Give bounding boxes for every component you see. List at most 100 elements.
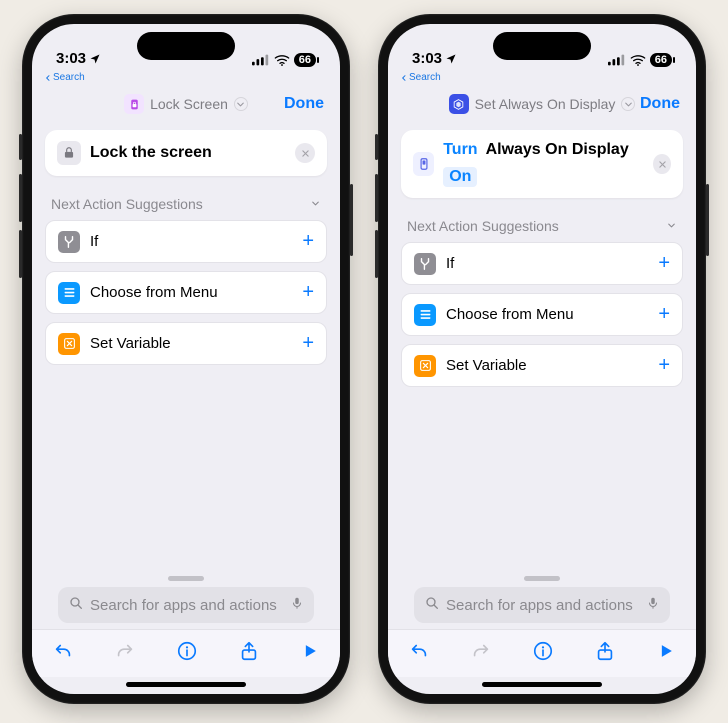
display-icon bbox=[413, 152, 434, 176]
add-icon[interactable]: + bbox=[302, 230, 314, 253]
suggestion-label: Set Variable bbox=[90, 335, 171, 352]
suggestions-title: Next Action Suggestions bbox=[51, 196, 203, 212]
suggestion-if[interactable]: If + bbox=[45, 220, 327, 263]
header-title: Set Always On Display bbox=[475, 96, 616, 112]
undo-button[interactable] bbox=[408, 640, 430, 667]
suggestion-label: Set Variable bbox=[446, 357, 527, 374]
header-chip[interactable]: Lock Screen bbox=[124, 94, 248, 114]
status-time: 3:03 bbox=[56, 50, 86, 67]
suggestions-header[interactable]: Next Action Suggestions bbox=[51, 196, 321, 212]
main: Lock the screen Next Action Suggestions … bbox=[32, 124, 340, 629]
suggestions-header[interactable]: Next Action Suggestions bbox=[407, 218, 677, 234]
add-icon[interactable]: + bbox=[302, 281, 314, 304]
search-input[interactable]: Search for apps and actions bbox=[414, 587, 670, 623]
add-icon[interactable]: + bbox=[302, 332, 314, 355]
done-button[interactable]: Done bbox=[640, 95, 680, 113]
suggestion-menu[interactable]: Choose from Menu + bbox=[45, 271, 327, 314]
clear-button[interactable] bbox=[295, 143, 315, 163]
wifi-icon bbox=[274, 54, 290, 66]
header-title: Lock Screen bbox=[150, 96, 228, 112]
list-icon bbox=[58, 282, 80, 304]
phone-frame: 3:03 66 Search Set Always On Display bbox=[378, 14, 706, 704]
mic-icon[interactable] bbox=[646, 595, 660, 615]
home-indicator[interactable] bbox=[126, 682, 246, 687]
location-icon bbox=[445, 53, 457, 65]
chevron-down-icon bbox=[310, 196, 321, 212]
branch-icon bbox=[58, 231, 80, 253]
signal-icon bbox=[608, 54, 626, 66]
action-state[interactable]: On bbox=[443, 167, 477, 187]
suggestion-label: If bbox=[446, 255, 454, 272]
search-placeholder: Search for apps and actions bbox=[446, 597, 633, 614]
suggestion-label: If bbox=[90, 233, 98, 250]
add-icon[interactable]: + bbox=[658, 252, 670, 275]
toolbar bbox=[388, 629, 696, 677]
undo-button[interactable] bbox=[52, 640, 74, 667]
sheet-grabber[interactable] bbox=[524, 576, 560, 581]
header-chip[interactable]: Set Always On Display bbox=[449, 94, 636, 114]
add-icon[interactable]: + bbox=[658, 354, 670, 377]
action-card[interactable]: Turn Always On Display On bbox=[401, 130, 683, 198]
clear-button[interactable] bbox=[653, 154, 671, 174]
chevron-down-icon bbox=[666, 218, 677, 234]
lock-icon bbox=[57, 141, 81, 165]
info-button[interactable] bbox=[532, 640, 554, 667]
redo-button bbox=[114, 640, 136, 667]
suggestion-menu[interactable]: Choose from Menu + bbox=[401, 293, 683, 336]
suggestion-if[interactable]: If + bbox=[401, 242, 683, 285]
xbox-icon bbox=[58, 333, 80, 355]
signal-icon bbox=[252, 54, 270, 66]
lockscreen-icon bbox=[124, 94, 144, 114]
search-placeholder: Search for apps and actions bbox=[90, 597, 277, 614]
battery-icon: 66 bbox=[650, 53, 672, 67]
toolbar bbox=[32, 629, 340, 677]
shortcuts-icon bbox=[449, 94, 469, 114]
breadcrumb-label: Search bbox=[409, 72, 441, 83]
sheet-grabber[interactable] bbox=[168, 576, 204, 581]
action-text: Turn Always On Display On bbox=[443, 141, 644, 187]
suggestion-label: Choose from Menu bbox=[446, 306, 574, 323]
header: Lock Screen Done bbox=[32, 84, 340, 124]
screen: 3:03 66 Search Lock Screen bbox=[32, 24, 340, 694]
xbox-icon bbox=[414, 355, 436, 377]
status-time: 3:03 bbox=[412, 50, 442, 67]
search-icon bbox=[68, 595, 84, 615]
branch-icon bbox=[414, 253, 436, 275]
add-icon[interactable]: + bbox=[658, 303, 670, 326]
play-button[interactable] bbox=[300, 641, 320, 666]
screen: 3:03 66 Search Set Always On Display bbox=[388, 24, 696, 694]
dynamic-island bbox=[493, 32, 591, 60]
list-icon bbox=[414, 304, 436, 326]
suggestion-var[interactable]: Set Variable + bbox=[45, 322, 327, 365]
play-button[interactable] bbox=[656, 641, 676, 666]
action-text: Lock the screen bbox=[90, 144, 212, 162]
suggestions-title: Next Action Suggestions bbox=[407, 218, 559, 234]
mic-icon[interactable] bbox=[290, 595, 304, 615]
chevron-left-icon bbox=[44, 74, 52, 82]
done-button[interactable]: Done bbox=[284, 95, 324, 113]
chevron-down-icon bbox=[621, 97, 635, 111]
chevron-down-icon bbox=[234, 97, 248, 111]
action-card[interactable]: Lock the screen bbox=[45, 130, 327, 176]
home-indicator[interactable] bbox=[482, 682, 602, 687]
header: Set Always On Display Done bbox=[388, 84, 696, 124]
phone-frame: 3:03 66 Search Lock Screen bbox=[22, 14, 350, 704]
info-button[interactable] bbox=[176, 640, 198, 667]
location-icon bbox=[89, 53, 101, 65]
suggestion-var[interactable]: Set Variable + bbox=[401, 344, 683, 387]
dynamic-island bbox=[137, 32, 235, 60]
wifi-icon bbox=[630, 54, 646, 66]
breadcrumb[interactable]: Search bbox=[44, 72, 85, 83]
battery-icon: 66 bbox=[294, 53, 316, 67]
main: Turn Always On Display On Next Action Su… bbox=[388, 124, 696, 629]
share-button[interactable] bbox=[238, 640, 260, 667]
redo-button bbox=[470, 640, 492, 667]
breadcrumb-label: Search bbox=[53, 72, 85, 83]
share-button[interactable] bbox=[594, 640, 616, 667]
suggestion-label: Choose from Menu bbox=[90, 284, 218, 301]
action-object: Always On Display bbox=[486, 141, 629, 159]
action-verb[interactable]: Turn bbox=[443, 141, 477, 159]
search-input[interactable]: Search for apps and actions bbox=[58, 587, 314, 623]
breadcrumb[interactable]: Search bbox=[400, 72, 441, 83]
chevron-left-icon bbox=[400, 74, 408, 82]
